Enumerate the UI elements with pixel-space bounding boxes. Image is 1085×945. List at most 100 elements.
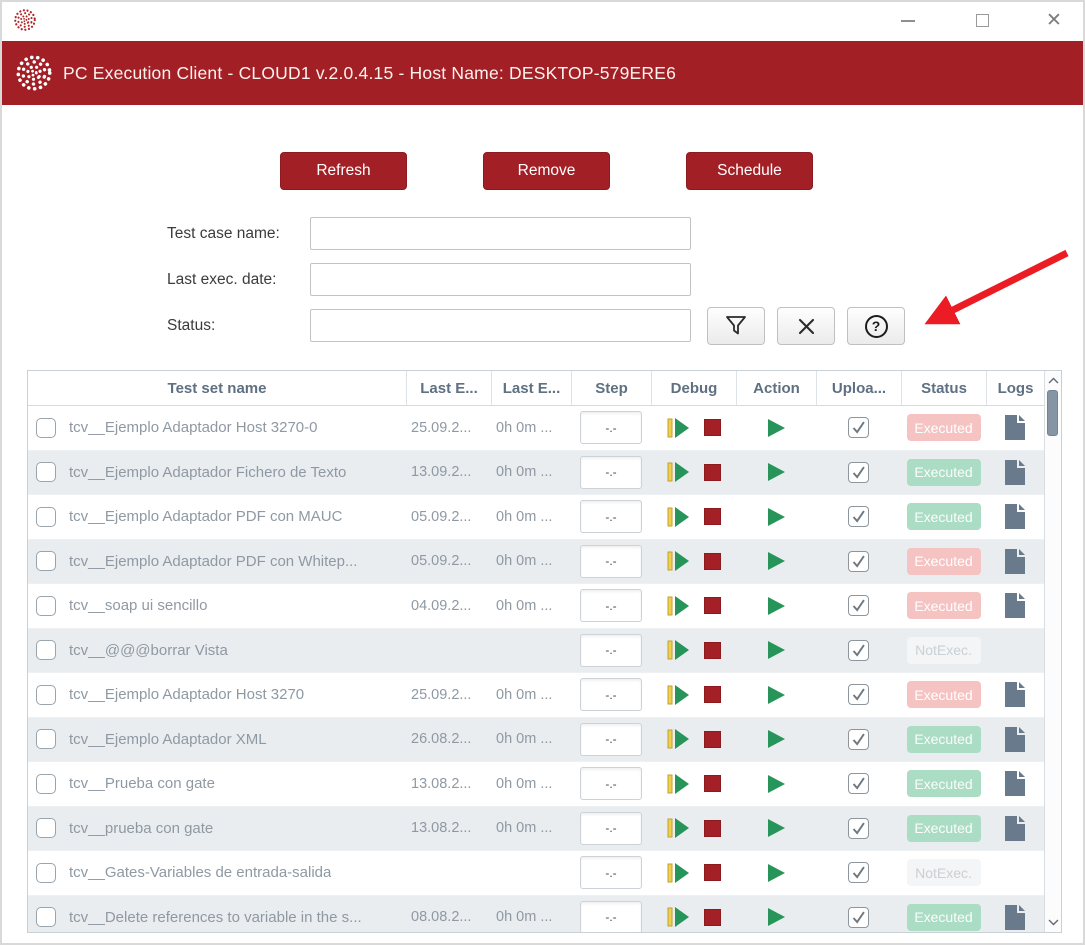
logs-file-icon[interactable] — [1005, 593, 1025, 618]
step-input[interactable] — [580, 456, 642, 489]
row-select-checkbox[interactable] — [36, 685, 56, 705]
step-input[interactable] — [580, 723, 642, 756]
step-input[interactable] — [580, 589, 642, 622]
debug-step-play-icon[interactable] — [667, 774, 689, 794]
upload-checkbox[interactable] — [848, 640, 869, 661]
column-header-debug[interactable]: Debug — [651, 371, 736, 405]
row-select-checkbox[interactable] — [36, 863, 56, 883]
step-input[interactable] — [580, 812, 642, 845]
debug-step-play-icon[interactable] — [667, 640, 689, 660]
remove-button[interactable]: Remove — [483, 152, 610, 190]
run-play-icon[interactable] — [768, 463, 785, 481]
stop-icon[interactable] — [704, 820, 721, 837]
column-header-upload[interactable]: Uploa... — [816, 371, 901, 405]
row-select-checkbox[interactable] — [36, 551, 56, 571]
debug-step-play-icon[interactable] — [667, 685, 689, 705]
logs-file-icon[interactable] — [1005, 682, 1025, 707]
column-header-test-set-name[interactable]: Test set name — [28, 371, 406, 405]
stop-icon[interactable] — [704, 642, 721, 659]
last-exec-date-input[interactable] — [310, 263, 691, 296]
upload-checkbox[interactable] — [848, 506, 869, 527]
logs-file-icon[interactable] — [1005, 771, 1025, 796]
step-input[interactable] — [580, 500, 642, 533]
stop-icon[interactable] — [704, 597, 721, 614]
run-play-icon[interactable] — [768, 641, 785, 659]
stop-icon[interactable] — [704, 464, 721, 481]
column-header-last-exec-date[interactable]: Last E... — [406, 371, 491, 405]
debug-step-play-icon[interactable] — [667, 863, 689, 883]
row-select-checkbox[interactable] — [36, 462, 56, 482]
step-input[interactable] — [580, 856, 642, 889]
step-input[interactable] — [580, 901, 642, 932]
stop-icon[interactable] — [704, 419, 721, 436]
logs-file-icon[interactable] — [1005, 549, 1025, 574]
stop-icon[interactable] — [704, 909, 721, 926]
minimize-button[interactable] — [885, 2, 931, 39]
scrollbar-up-button[interactable] — [1045, 373, 1061, 388]
step-input[interactable] — [580, 767, 642, 800]
column-header-action[interactable]: Action — [736, 371, 816, 405]
logs-file-icon[interactable] — [1005, 816, 1025, 841]
stop-icon[interactable] — [704, 775, 721, 792]
schedule-button[interactable]: Schedule — [686, 152, 813, 190]
logs-file-icon[interactable] — [1005, 727, 1025, 752]
row-select-checkbox[interactable] — [36, 418, 56, 438]
row-select-checkbox[interactable] — [36, 729, 56, 749]
row-select-checkbox[interactable] — [36, 907, 56, 927]
upload-checkbox[interactable] — [848, 684, 869, 705]
stop-icon[interactable] — [704, 686, 721, 703]
stop-icon[interactable] — [704, 864, 721, 881]
row-select-checkbox[interactable] — [36, 774, 56, 794]
step-input[interactable] — [580, 545, 642, 578]
upload-checkbox[interactable] — [848, 595, 869, 616]
run-play-icon[interactable] — [768, 419, 785, 437]
run-play-icon[interactable] — [768, 508, 785, 526]
run-play-icon[interactable] — [768, 686, 785, 704]
refresh-button[interactable]: Refresh — [280, 152, 407, 190]
debug-step-play-icon[interactable] — [667, 818, 689, 838]
debug-step-play-icon[interactable] — [667, 507, 689, 527]
upload-checkbox[interactable] — [848, 773, 869, 794]
column-header-step[interactable]: Step — [571, 371, 651, 405]
run-play-icon[interactable] — [768, 552, 785, 570]
maximize-button[interactable] — [959, 2, 1005, 39]
test-case-name-input[interactable] — [310, 217, 691, 250]
table-scrollbar[interactable] — [1044, 371, 1061, 932]
apply-filter-button[interactable] — [707, 307, 765, 345]
step-input[interactable] — [580, 634, 642, 667]
help-button[interactable]: ? — [847, 307, 905, 345]
logs-file-icon[interactable] — [1005, 460, 1025, 485]
clear-filter-button[interactable] — [777, 307, 835, 345]
status-input[interactable] — [310, 309, 691, 342]
debug-step-play-icon[interactable] — [667, 729, 689, 749]
debug-step-play-icon[interactable] — [667, 596, 689, 616]
upload-checkbox[interactable] — [848, 729, 869, 750]
upload-checkbox[interactable] — [848, 907, 869, 928]
row-select-checkbox[interactable] — [36, 596, 56, 616]
close-button[interactable]: ✕ — [1031, 2, 1077, 39]
run-play-icon[interactable] — [768, 864, 785, 882]
stop-icon[interactable] — [704, 508, 721, 525]
logs-file-icon[interactable] — [1005, 504, 1025, 529]
debug-step-play-icon[interactable] — [667, 462, 689, 482]
run-play-icon[interactable] — [768, 730, 785, 748]
debug-step-play-icon[interactable] — [667, 551, 689, 571]
row-select-checkbox[interactable] — [36, 640, 56, 660]
upload-checkbox[interactable] — [848, 551, 869, 572]
upload-checkbox[interactable] — [848, 818, 869, 839]
column-header-status[interactable]: Status — [901, 371, 986, 405]
upload-checkbox[interactable] — [848, 862, 869, 883]
run-play-icon[interactable] — [768, 819, 785, 837]
column-header-last-exec-duration[interactable]: Last E... — [491, 371, 571, 405]
logs-file-icon[interactable] — [1005, 905, 1025, 930]
upload-checkbox[interactable] — [848, 417, 869, 438]
debug-step-play-icon[interactable] — [667, 907, 689, 927]
run-play-icon[interactable] — [768, 597, 785, 615]
debug-step-play-icon[interactable] — [667, 418, 689, 438]
stop-icon[interactable] — [704, 731, 721, 748]
step-input[interactable] — [580, 678, 642, 711]
column-header-logs[interactable]: Logs — [986, 371, 1044, 405]
step-input[interactable] — [580, 411, 642, 444]
stop-icon[interactable] — [704, 553, 721, 570]
upload-checkbox[interactable] — [848, 462, 869, 483]
